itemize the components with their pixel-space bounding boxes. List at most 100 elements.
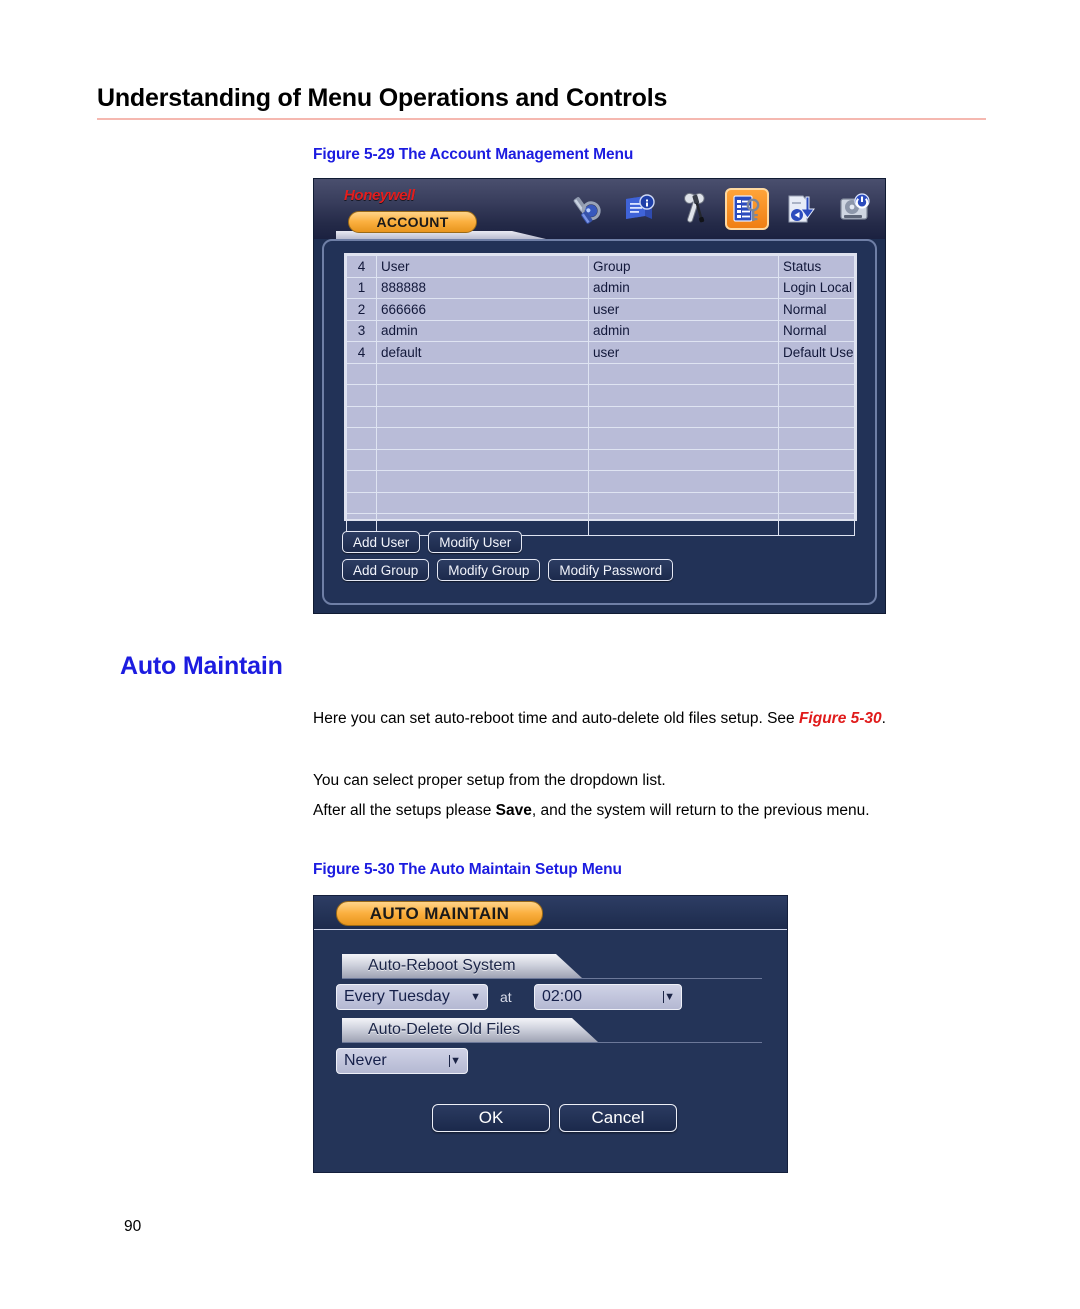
table-cell: 2 <box>346 298 377 321</box>
table-row-empty[interactable] <box>346 427 855 450</box>
hdd-icon[interactable] <box>833 188 877 230</box>
table-cell <box>778 491 855 514</box>
figure-529-caption: Figure 5-29 The Account Management Menu <box>313 146 634 163</box>
table-cell <box>346 448 377 471</box>
table-row-empty[interactable] <box>346 362 855 385</box>
table-cell <box>376 405 589 428</box>
chevron-down-icon: ▼ <box>470 991 481 1003</box>
page-title: Understanding of Menu Operations and Con… <box>97 84 668 112</box>
account-table: 4 User Group Status 1 888888 admin Login Local 2… <box>346 255 855 536</box>
auto-maintain-titlebar: AUTO MAINTAIN <box>314 896 787 930</box>
table-cell <box>588 362 779 385</box>
ok-button[interactable]: OK <box>432 1104 550 1132</box>
table-cell <box>346 470 377 493</box>
honeywell-logo: Honeywell <box>344 187 415 204</box>
table-cell <box>588 384 779 407</box>
table-cell <box>346 362 377 385</box>
table-cell <box>778 448 855 471</box>
account-table-container: 4 User Group Status 1 888888 admin Login Local 2… <box>344 253 857 536</box>
table-cell: user <box>588 298 779 321</box>
table-row-empty[interactable] <box>346 405 855 428</box>
table-cell: admin <box>588 319 779 342</box>
table-row-empty[interactable] <box>346 448 855 471</box>
table-cell <box>588 470 779 493</box>
table-cell <box>346 384 377 407</box>
table-cell <box>588 491 779 514</box>
tools-icon[interactable] <box>671 188 715 230</box>
auto-delete-section-label: Auto-Delete Old Files <box>342 1018 598 1042</box>
table-cell: admin <box>376 319 589 342</box>
table-cell: 4 <box>346 341 377 364</box>
auto-reboot-section-label: Auto-Reboot System <box>342 954 582 978</box>
backup-icon[interactable] <box>779 188 823 230</box>
table-header-row: 4 User Group Status <box>346 255 855 278</box>
modify-user-button[interactable]: Modify User <box>428 531 523 553</box>
table-header-cell: Status <box>778 255 855 278</box>
table-row-empty[interactable] <box>346 384 855 407</box>
table-cell <box>346 491 377 514</box>
chevron-down-icon: ▼ <box>450 1055 461 1067</box>
add-user-button[interactable]: Add User <box>342 531 421 553</box>
account-button-row-1: Add User Modify User <box>342 531 523 553</box>
paragraph-save-hint: After all the setups please Save, and th… <box>313 800 986 822</box>
dvr-toolbar: Honeywell ACCOUNT <box>314 179 885 239</box>
table-row[interactable]: 2 666666 user Normal <box>346 298 855 321</box>
table-row[interactable]: 3 admin admin Normal <box>346 319 855 342</box>
table-cell: Default User <box>778 341 855 364</box>
at-label: at <box>500 989 512 1005</box>
table-cell: 888888 <box>376 276 589 299</box>
account-management-window: Honeywell ACCOUNT 4 User Group Status 1 … <box>313 178 886 614</box>
table-cell <box>778 427 855 450</box>
reboot-time-select[interactable]: 02:00 ▼ <box>534 984 682 1010</box>
table-cell <box>376 470 589 493</box>
table-cell <box>588 513 779 536</box>
auto-delete-divider <box>342 1042 762 1043</box>
table-cell <box>346 427 377 450</box>
reboot-day-value: Every Tuesday <box>344 988 450 1005</box>
modify-group-button[interactable]: Modify Group <box>437 559 541 581</box>
table-cell: 666666 <box>376 298 589 321</box>
add-group-button[interactable]: Add Group <box>342 559 430 581</box>
table-cell <box>588 427 779 450</box>
table-header-cell: User <box>376 255 589 278</box>
cancel-button[interactable]: Cancel <box>559 1104 677 1132</box>
info-book-icon[interactable] <box>617 188 661 230</box>
table-cell <box>376 448 589 471</box>
table-cell <box>376 427 589 450</box>
table-cell: user <box>588 341 779 364</box>
table-cell: Login Local <box>778 276 855 299</box>
section-title-auto-maintain: Auto Maintain <box>120 652 283 680</box>
table-row-empty[interactable] <box>346 470 855 493</box>
table-cell <box>778 513 855 536</box>
account-icon[interactable] <box>725 188 769 230</box>
table-cell <box>588 405 779 428</box>
tab-account[interactable]: ACCOUNT <box>348 211 477 233</box>
auto-maintain-window: AUTO MAINTAIN Auto-Reboot System Every T… <box>313 895 788 1173</box>
account-button-row-2: Add Group Modify Group Modify Password <box>342 559 674 581</box>
reboot-day-select[interactable]: Every Tuesday ▼ <box>336 984 488 1010</box>
table-row[interactable]: 4 default user Default User <box>346 341 855 364</box>
paragraph-intro: Here you can set auto-reboot time and au… <box>313 708 986 730</box>
table-cell: Normal <box>778 298 855 321</box>
chevron-down-icon: ▼ <box>664 991 675 1003</box>
auto-maintain-title-tab: AUTO MAINTAIN <box>336 901 543 926</box>
table-cell: 1 <box>346 276 377 299</box>
table-cell <box>376 362 589 385</box>
delete-policy-select[interactable]: Never ▼ <box>336 1048 468 1074</box>
table-cell <box>778 405 855 428</box>
table-cell: Normal <box>778 319 855 342</box>
auto-reboot-divider <box>342 978 762 979</box>
table-cell <box>778 362 855 385</box>
table-cell: 3 <box>346 319 377 342</box>
search-icon[interactable] <box>563 188 607 230</box>
page-number: 90 <box>124 1218 142 1235</box>
figure-530-caption: Figure 5-30 The Auto Maintain Setup Menu <box>313 861 622 878</box>
table-row-empty[interactable] <box>346 491 855 514</box>
reboot-time-value: 02:00 <box>542 988 583 1005</box>
table-row[interactable]: 1 888888 admin Login Local <box>346 276 855 299</box>
delete-policy-value: Never <box>344 1052 387 1069</box>
paragraph-save-text-a: After all the setups please <box>313 802 496 819</box>
modify-password-button[interactable]: Modify Password <box>548 559 674 581</box>
toolbar-icon-row <box>563 185 877 233</box>
table-cell <box>346 405 377 428</box>
